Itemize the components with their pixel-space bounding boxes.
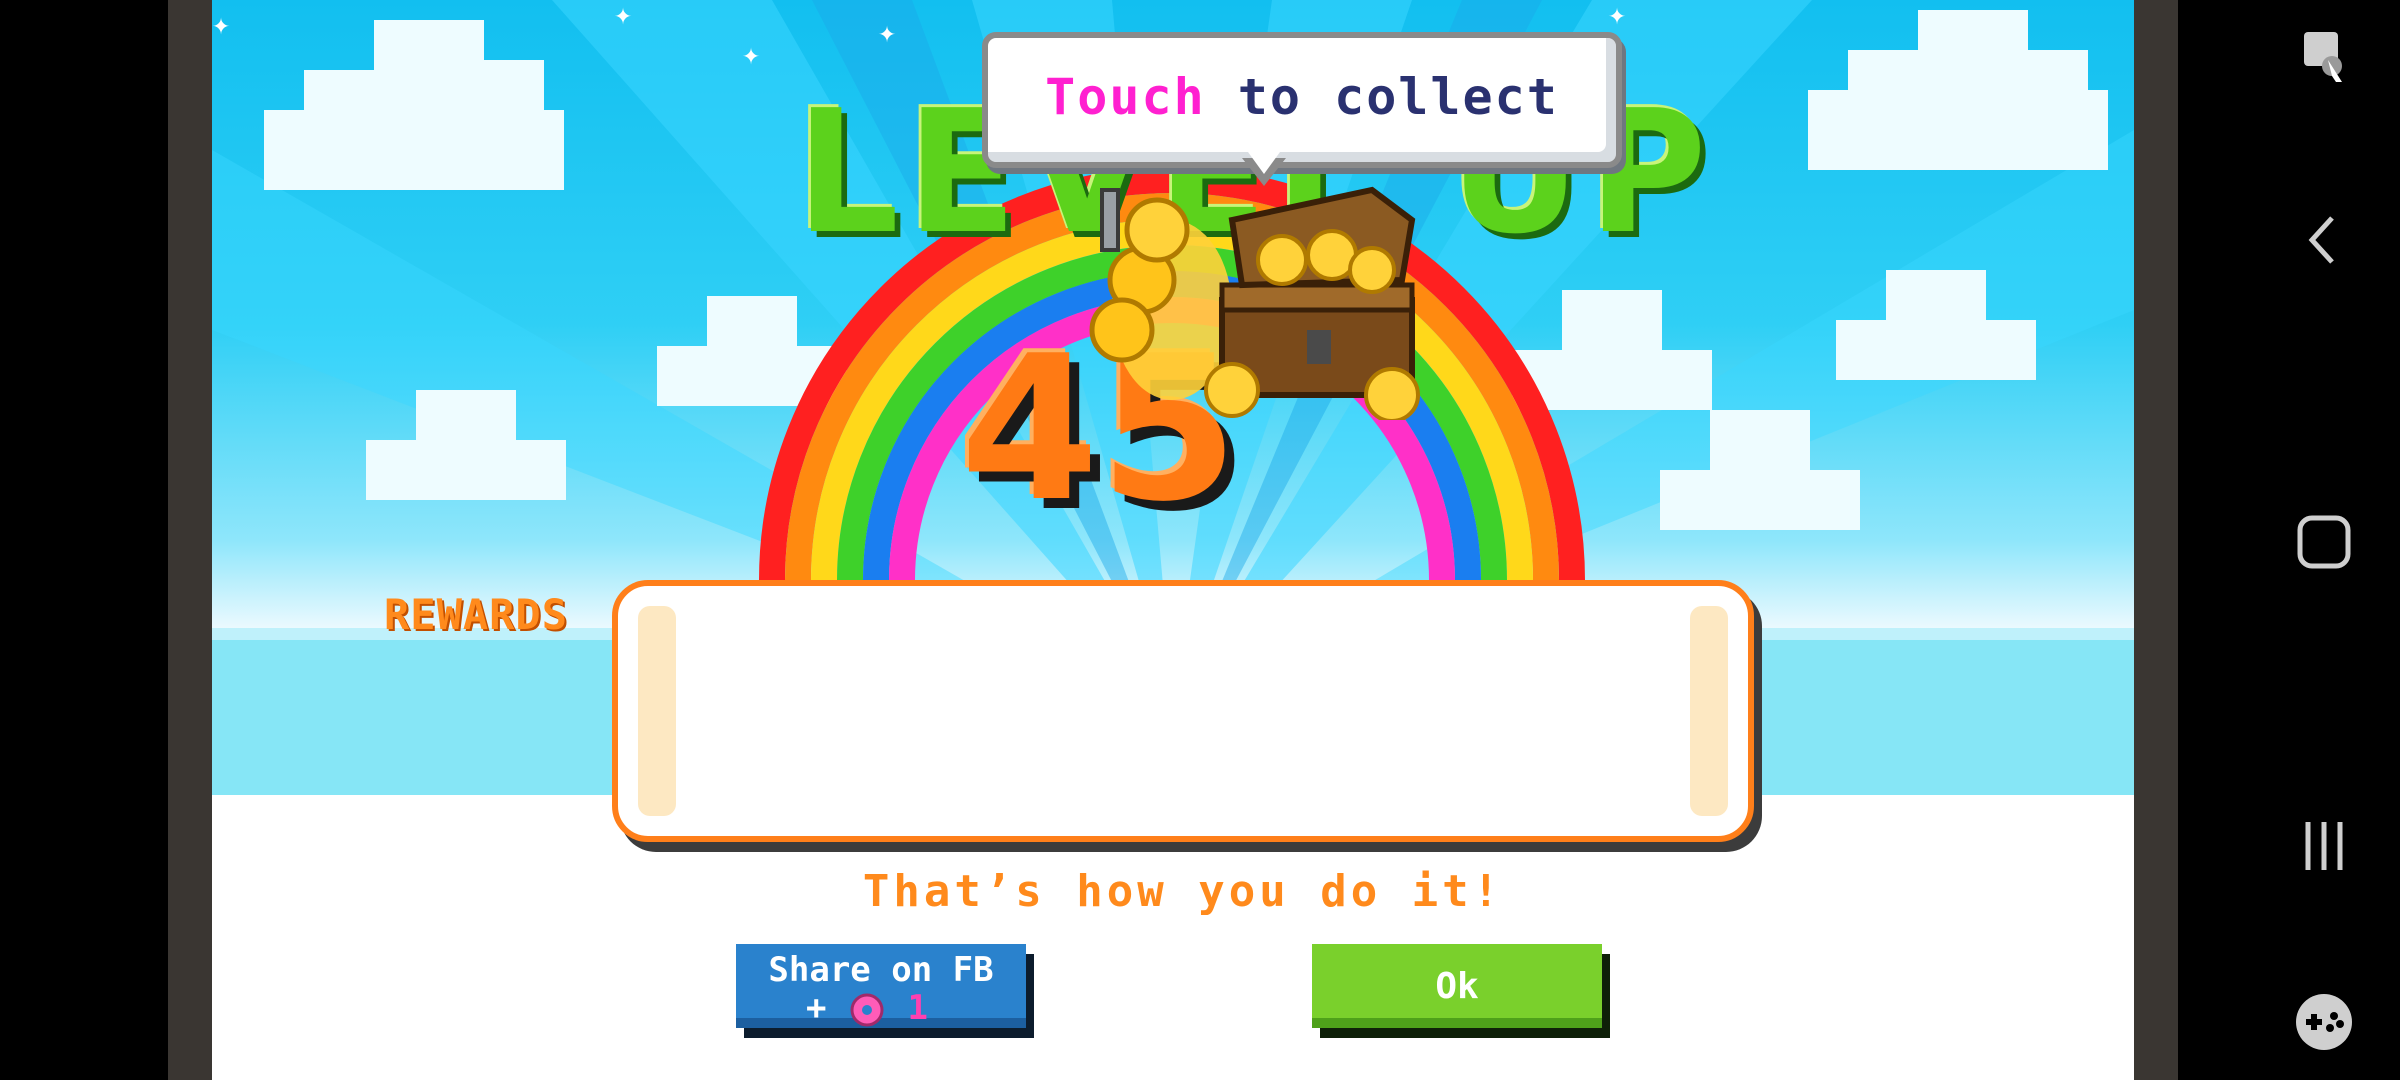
recents-icon[interactable] xyxy=(2290,812,2358,880)
tagline: That’s how you do it! xyxy=(862,866,1504,917)
home-icon[interactable] xyxy=(2290,508,2358,576)
cloud xyxy=(366,390,566,500)
sparkle-icon: ✦ xyxy=(878,15,897,50)
back-icon[interactable] xyxy=(2290,206,2358,274)
cloud xyxy=(1808,10,2108,170)
cloud xyxy=(264,20,564,190)
rewards-panel-right-tab xyxy=(1690,606,1728,816)
treasure-chest-icon[interactable] xyxy=(1082,160,1422,420)
bubble-highlight: Touch xyxy=(1045,68,1206,126)
plus-sign: + xyxy=(806,988,827,1028)
bubble-text: Touch to collect xyxy=(988,68,1616,126)
rewards-panel xyxy=(612,580,1754,842)
screen-touch-icon[interactable] xyxy=(2290,24,2358,92)
sparkle-icon: ✦ xyxy=(742,37,761,72)
share-on-fb-button[interactable]: Share on FB + 1 xyxy=(736,944,1026,1028)
system-nav-bar xyxy=(2178,0,2400,1080)
rewards-panel-left-tab xyxy=(638,606,676,816)
cloud xyxy=(1660,410,1860,530)
sparkle-icon: ✦ xyxy=(212,7,231,42)
share-reward-count: 1 xyxy=(907,988,928,1028)
rewards-label: REWARDS xyxy=(384,590,569,639)
sparkle-icon: ✦ xyxy=(614,0,633,32)
bubble-tail-inner xyxy=(1248,152,1280,174)
ok-button-label: Ok xyxy=(1435,966,1479,1007)
right-frame xyxy=(2134,0,2178,1080)
game-screen[interactable]: ✦ ✦ ✦ ✦ ✦ LEVEL UP 45 Touch to collect R… xyxy=(212,0,2134,1080)
share-reward: + 1 xyxy=(806,988,928,1028)
bubble-rest: to collect xyxy=(1205,68,1559,126)
donut-icon xyxy=(850,993,884,1026)
left-frame xyxy=(168,0,212,1080)
touch-to-collect-bubble[interactable]: Touch to collect xyxy=(982,32,1622,168)
sparkle-icon: ✦ xyxy=(1608,0,1627,32)
cloud xyxy=(1836,270,2036,380)
game-tools-icon[interactable] xyxy=(2290,988,2358,1056)
share-button-label: Share on FB xyxy=(768,950,994,990)
ok-button[interactable]: Ok xyxy=(1312,944,1602,1028)
